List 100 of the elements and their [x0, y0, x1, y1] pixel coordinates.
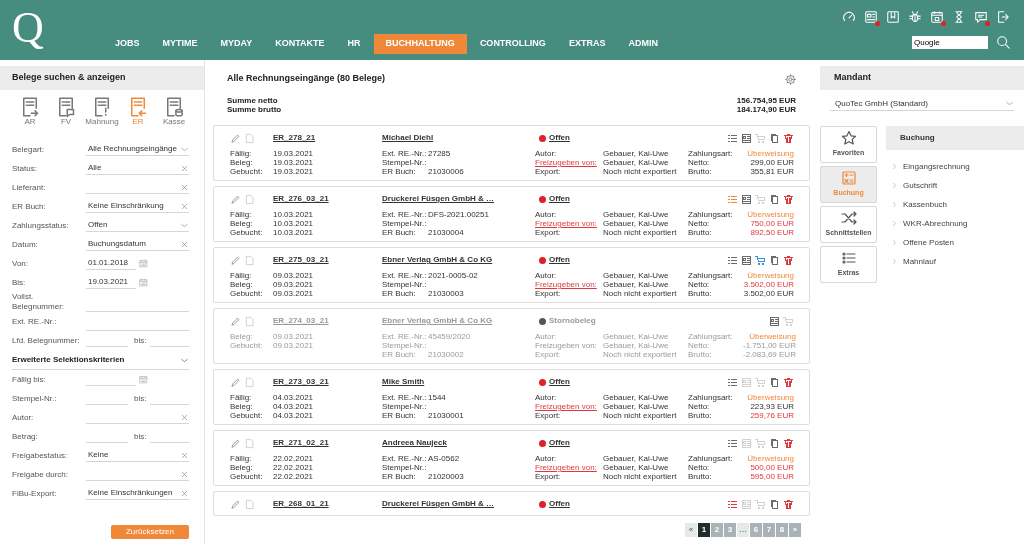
nav-tab[interactable]: JOBS — [105, 34, 150, 54]
supplier-link[interactable]: Druckerei Füsgen GmbH & … — [382, 193, 535, 205]
input-field[interactable]: Alle — [86, 162, 189, 175]
document-type-button[interactable]: Kasse — [156, 97, 192, 127]
trash-icon[interactable] — [783, 376, 794, 388]
document-icon[interactable] — [244, 132, 255, 144]
settings-icon[interactable] — [785, 73, 796, 85]
clear-icon[interactable] — [180, 239, 189, 249]
pencil-icon[interactable] — [230, 376, 241, 388]
document-icon[interactable] — [244, 437, 255, 449]
input-field[interactable]: Alle Rechnungseingänge — [86, 143, 189, 156]
status-link[interactable]: Offen — [549, 376, 570, 388]
receipt-icon[interactable] — [741, 193, 752, 205]
nav-tab[interactable]: ADMIN — [618, 34, 668, 54]
input-field[interactable]: Keine — [86, 449, 189, 462]
copy-icon[interactable] — [769, 132, 780, 144]
clear-icon[interactable] — [180, 201, 189, 211]
status-link[interactable]: Offen — [549, 498, 570, 510]
clear-icon[interactable] — [180, 488, 189, 498]
list-icon[interactable] — [727, 437, 738, 449]
status-link[interactable]: Offen — [549, 437, 570, 449]
copy-icon[interactable] — [769, 437, 780, 449]
status-link[interactable]: Offen — [549, 193, 570, 205]
input-field[interactable]: Keine Einschränkung — [86, 200, 189, 213]
pencil-icon[interactable] — [230, 254, 241, 266]
hourglass-icon[interactable] — [952, 10, 966, 24]
document-type-button[interactable]: AR — [12, 97, 48, 127]
list-icon[interactable] — [727, 132, 738, 144]
input-field[interactable]: Buchungsdatum — [86, 238, 189, 251]
supplier-link[interactable]: Mike Smith — [382, 376, 535, 388]
clear-icon[interactable] — [180, 163, 189, 173]
approval-link[interactable]: Freizugeben von: — [535, 219, 603, 228]
bug-icon[interactable] — [908, 10, 922, 24]
gauge-icon[interactable] — [842, 10, 856, 24]
document-type-button[interactable]: FV — [48, 97, 84, 127]
supplier-link[interactable]: Michael Diehl — [382, 132, 535, 144]
trash-icon[interactable] — [783, 132, 794, 144]
trash-icon[interactable] — [783, 498, 794, 510]
approval-link[interactable]: Freizugeben von: — [535, 463, 603, 472]
receipt-icon[interactable] — [769, 315, 780, 327]
cart-icon[interactable] — [755, 254, 766, 266]
pencil-icon[interactable] — [230, 193, 241, 205]
copy-icon[interactable] — [769, 376, 780, 388]
newspaper-icon[interactable] — [864, 10, 878, 24]
input-field[interactable]: 19.03.2021 — [86, 276, 136, 289]
supplier-link[interactable]: Ebner Verlag GmbH & Co KG — [382, 254, 535, 266]
page-button[interactable]: 1 — [698, 523, 710, 537]
trash-icon[interactable] — [783, 254, 794, 266]
approval-link[interactable]: Freizugeben von: — [535, 280, 603, 289]
clear-icon[interactable] — [180, 469, 189, 479]
copy-icon[interactable] — [769, 193, 780, 205]
pencil-icon[interactable] — [230, 498, 241, 510]
status-link[interactable]: Offen — [549, 132, 570, 144]
document-icon[interactable] — [244, 315, 255, 327]
list-icon[interactable] — [727, 376, 738, 388]
bookmark-icon[interactable] — [886, 10, 900, 24]
copy-icon[interactable] — [769, 254, 780, 266]
document-link[interactable]: ER_268_01_21 — [273, 498, 382, 510]
nav-tab[interactable]: EXTRAS — [558, 34, 616, 54]
clear-icon[interactable] — [180, 450, 189, 460]
receipt-icon[interactable] — [741, 254, 752, 266]
menu-item[interactable]: Eingangsrechnung — [886, 157, 1024, 176]
logout-icon[interactable] — [996, 10, 1010, 24]
calendar-icon[interactable] — [930, 10, 944, 24]
nav-tab[interactable]: MYTIME — [152, 34, 208, 54]
input-field[interactable]: 01.01.2018 — [86, 257, 136, 270]
menu-item[interactable]: WKR-Abrechnung — [886, 214, 1024, 233]
approval-link[interactable]: Freizugeben von: — [535, 158, 603, 167]
copy-icon[interactable] — [769, 498, 780, 510]
pencil-icon[interactable] — [230, 132, 241, 144]
chat-icon[interactable] — [974, 10, 988, 24]
menu-item[interactable]: Mahnlauf — [886, 252, 1024, 271]
chevron-down-icon[interactable] — [1005, 99, 1014, 108]
list-icon[interactable] — [727, 193, 738, 205]
approval-link[interactable]: Freizugeben von: — [535, 402, 603, 411]
search-field[interactable]: Quogle — [912, 35, 988, 49]
document-link[interactable]: ER_271_02_21 — [273, 437, 382, 449]
document-link[interactable]: ER_276_03_21 — [273, 193, 382, 205]
supplier-link[interactable]: Druckerei Füsgen GmbH & … — [382, 498, 535, 510]
menu-item[interactable]: Gutschrift — [886, 176, 1024, 195]
nav-tab[interactable]: KONTAKTE — [265, 34, 335, 54]
search-icon[interactable] — [996, 35, 1010, 49]
pencil-icon[interactable] — [230, 437, 241, 449]
document-link[interactable]: ER_278_21 — [273, 132, 382, 144]
nav-tab[interactable]: HR — [337, 34, 371, 54]
supplier-link[interactable]: Andreea Naujeck — [382, 437, 535, 449]
document-icon[interactable] — [244, 376, 255, 388]
menu-item[interactable]: Offene Posten — [886, 233, 1024, 252]
trash-icon[interactable] — [783, 437, 794, 449]
document-icon[interactable] — [244, 193, 255, 205]
clear-icon[interactable] — [180, 412, 189, 422]
input-field[interactable]: Offen — [86, 219, 189, 232]
receipt-icon[interactable] — [741, 132, 752, 144]
document-icon[interactable] — [244, 498, 255, 510]
document-type-button[interactable]: Mahnung — [84, 97, 120, 127]
status-link[interactable]: Offen — [549, 254, 570, 266]
nav-tab[interactable]: CONTROLLING — [469, 34, 556, 54]
document-link[interactable]: ER_275_03_21 — [273, 254, 382, 266]
trash-icon[interactable] — [783, 193, 794, 205]
menu-item[interactable]: Kassenbuch — [886, 195, 1024, 214]
